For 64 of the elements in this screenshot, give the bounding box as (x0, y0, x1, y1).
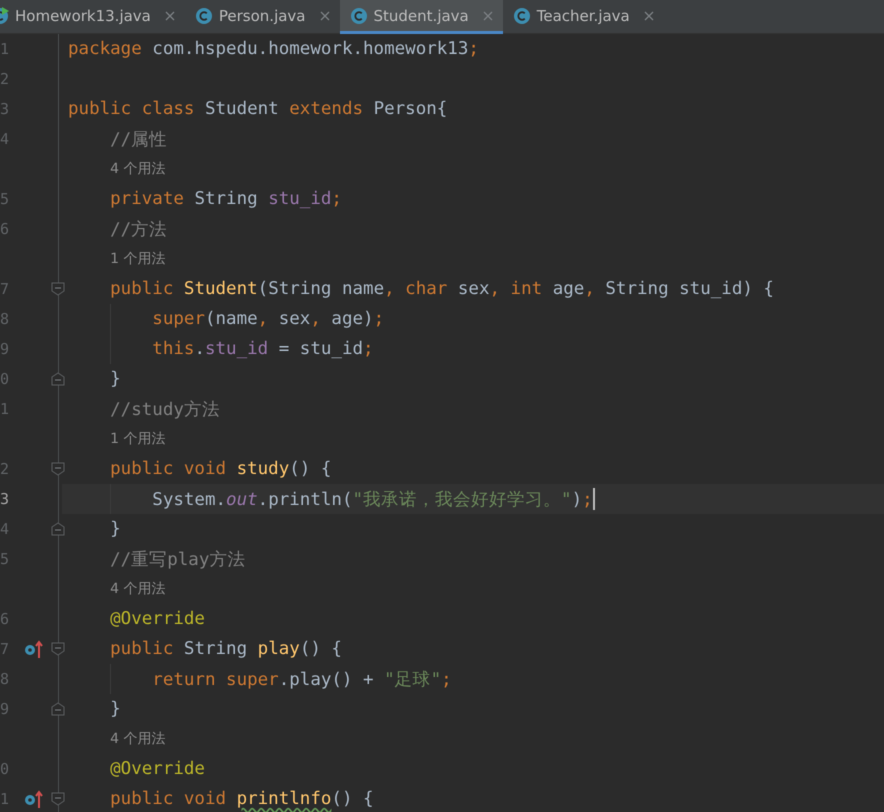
close-icon (164, 10, 175, 20)
line-number: 5 (0, 550, 9, 568)
line-number: 0 (0, 370, 9, 388)
close-icon (482, 10, 493, 20)
line-number: 3 (0, 490, 9, 508)
code-line: //重写play方法 (109, 549, 246, 571)
line-number: 0 (0, 760, 9, 778)
fold-icon (51, 642, 65, 656)
code-line: @Override (109, 759, 205, 779)
code-line: package com.hspedu.homework.homework13; (68, 39, 479, 59)
editor-tab[interactable]: Student.java (340, 0, 503, 34)
code-line: //study方法 (109, 399, 220, 421)
code-line: return super.play() + "足球"; (151, 669, 452, 691)
override-icon (24, 640, 44, 658)
line-number: 1 (0, 40, 9, 58)
line-number: 1 (0, 790, 9, 808)
usage-hint[interactable]: 1 个用法 (110, 250, 166, 268)
line-number: 6 (0, 610, 9, 628)
line-number: 8 (0, 310, 9, 328)
line-number: 3 (0, 100, 9, 118)
line-number: 2 (0, 70, 9, 88)
code-line: public void study() { (109, 459, 332, 479)
usage-hint[interactable]: 4 个用法 (110, 580, 166, 598)
code-line: this.stu_id = stu_id; (151, 339, 374, 359)
usage-hint[interactable]: 4 个用法 (110, 730, 166, 748)
line-number: 9 (0, 340, 9, 358)
editor-tab[interactable]: Homework13.java (0, 0, 185, 34)
close-icon (644, 10, 654, 20)
code-line: } (109, 369, 121, 389)
usage-hint[interactable]: 1 个用法 (110, 430, 166, 448)
fold-icon (51, 702, 65, 716)
fold-icon (51, 282, 65, 296)
text-cursor (592, 488, 595, 510)
code-line: public void printlnfo() { (109, 789, 374, 809)
code-line: public class Student extends Person{ (68, 99, 448, 119)
usage-hint[interactable]: 4 个用法 (110, 160, 166, 178)
code-line: private String stu_id; (109, 189, 342, 209)
code-line: System.out.println("我承诺，我会好好学习。"); (151, 489, 593, 511)
line-number: 7 (0, 280, 9, 298)
code-line: //方法 (109, 219, 168, 241)
code-line: public String play() { (109, 639, 342, 659)
override-icon (24, 790, 44, 808)
fold-icon (51, 372, 65, 386)
line-number: 5 (0, 190, 9, 208)
fold-icon (51, 792, 65, 806)
line-number: 8 (0, 670, 9, 688)
code-line: public Student(String name, char sex, int age, String stu_id) { (109, 279, 774, 299)
line-number: 4 (0, 130, 9, 148)
code-line: //属性 (109, 129, 168, 151)
line-number: 2 (0, 460, 9, 478)
line-number: 7 (0, 640, 9, 658)
line-number: 9 (0, 700, 9, 718)
fold-icon (51, 462, 65, 476)
fold-icon (51, 522, 65, 536)
close-icon (320, 10, 330, 20)
line-number: 4 (0, 520, 9, 538)
code-line: super(name, sex, age); (151, 309, 384, 329)
line-number: 6 (0, 220, 9, 238)
editor-tab[interactable]: Teacher.java (502, 0, 664, 34)
editor-tab[interactable]: Person.java (184, 0, 340, 34)
code-line: } (109, 519, 121, 539)
code-line: } (109, 699, 121, 719)
line-number: 1 (0, 400, 9, 418)
code-line: @Override (109, 609, 205, 629)
